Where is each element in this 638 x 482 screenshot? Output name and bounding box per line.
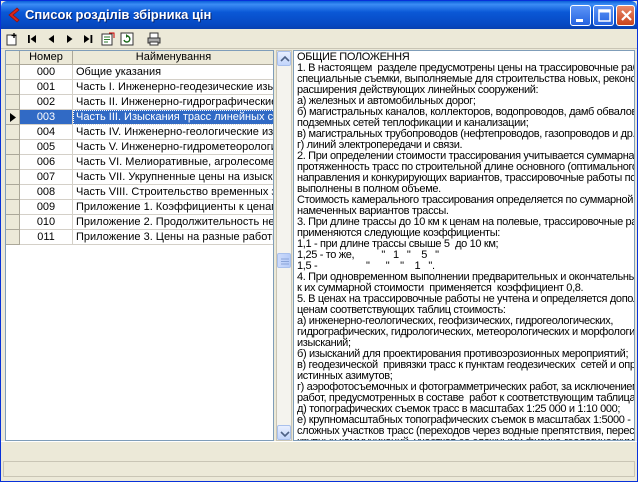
window: Список розділів збірника цін Номер Найме…	[0, 0, 638, 482]
table-row[interactable]: 010Приложение 2. Продолжительность небла…	[6, 215, 273, 230]
title-bar[interactable]: Список розділів збірника цін	[1, 1, 637, 29]
row-indicator[interactable]	[6, 155, 20, 170]
close-icon	[621, 10, 632, 21]
cell-name[interactable]: Часть VIII. Строительство временных здан…	[73, 185, 273, 200]
row-indicator[interactable]	[6, 95, 20, 110]
row-indicator[interactable]	[6, 185, 20, 200]
edit-record-icon[interactable]	[101, 32, 115, 46]
cell-name[interactable]: Часть I. Инженерно-геодезические изыскан…	[73, 80, 273, 95]
table-row[interactable]: 001Часть I. Инженерно-геодезические изыс…	[6, 80, 273, 95]
cell-number[interactable]: 004	[20, 125, 73, 140]
splitter-handle[interactable]	[277, 253, 291, 268]
table-row[interactable]: 002 Часть II. Инженерно-гидрографические …	[6, 95, 273, 110]
close-button[interactable]	[616, 5, 635, 26]
minimize-button[interactable]	[570, 5, 591, 26]
cell-name[interactable]: Часть IV. Инженерно-геологические изыска…	[73, 125, 273, 140]
toolbar	[1, 29, 637, 49]
row-indicator[interactable]	[6, 200, 20, 215]
cell-name[interactable]: Приложение 2. Продолжительность неблагоп…	[73, 215, 273, 230]
table-row[interactable]: 004Часть IV. Инженерно-геологические изы…	[6, 125, 273, 140]
cell-number[interactable]: 008	[20, 185, 73, 200]
table-row[interactable]: 006Часть VI. Мелиоративные, агролесомели…	[6, 155, 273, 170]
row-indicator[interactable]	[6, 65, 20, 80]
cell-number[interactable]: 009	[20, 200, 73, 215]
cell-name[interactable]: Приложение 3. Цены на разные работы	[73, 230, 273, 245]
grid-scrollbar[interactable]	[276, 50, 292, 441]
scroll-down-button[interactable]	[277, 425, 291, 440]
table-row[interactable]: 000 Общие указания	[6, 65, 273, 80]
cell-number[interactable]: 003	[20, 110, 73, 125]
cell-number[interactable]: 011	[20, 230, 73, 245]
cell-number[interactable]: 001	[20, 80, 73, 95]
last-record-icon[interactable]	[81, 32, 95, 46]
row-indicator[interactable]	[6, 80, 20, 95]
first-record-icon[interactable]	[26, 32, 40, 46]
cell-number[interactable]: 002	[20, 95, 73, 110]
row-indicator[interactable]	[6, 215, 20, 230]
sections-grid[interactable]: Номер Найменування 000 Общие указания 001 Ч…	[5, 50, 274, 441]
table-row[interactable]: 008Часть VIII. Строительство временных з…	[6, 185, 273, 200]
chevron-up-icon	[280, 55, 290, 62]
cell-name[interactable]: Приложение 1. Коэффициенты к ценам на ин…	[73, 200, 273, 215]
scroll-up-button[interactable]	[277, 51, 291, 66]
column-header-number[interactable]: Номер	[20, 51, 73, 65]
minimize-icon	[576, 19, 583, 22]
cell-name[interactable]: Часть VI. Мелиоративные, агролесомелиора…	[73, 155, 273, 170]
section-description-pane[interactable]: ОБЩИЕ ПОЛОЖЕННЯ 1. В настоящем разделе п…	[293, 50, 635, 441]
chevron-down-icon	[280, 431, 290, 438]
table-row[interactable]: 003 Часть III. Изыскания трасс линейных с…	[6, 110, 273, 125]
cell-number[interactable]: 000	[20, 65, 73, 80]
maximize-icon	[598, 9, 611, 22]
row-indicator[interactable]	[6, 125, 20, 140]
status-panel	[3, 461, 635, 477]
status-bar	[1, 441, 637, 481]
column-header-name[interactable]: Найменування	[73, 51, 273, 65]
cell-name[interactable]: Часть V. Инженерно-гидрометеорологически…	[73, 140, 273, 155]
cell-number[interactable]: 007	[20, 170, 73, 185]
table-row[interactable]: 007Часть VII. Укрупненные цены на изыска…	[6, 170, 273, 185]
table-row[interactable]: 005Часть V. Инженерно-гидрометеорологиче…	[6, 140, 273, 155]
cell-name[interactable]: Общие указания	[73, 65, 273, 80]
table-row[interactable]: 009Приложение 1. Коэффициенты к ценам на…	[6, 200, 273, 215]
window-title: Список розділів збірника цін	[25, 7, 212, 22]
app-icon	[7, 7, 21, 23]
row-indicator[interactable]	[6, 110, 20, 125]
prev-record-icon[interactable]	[45, 32, 59, 46]
grid-header: Номер Найменування	[6, 51, 273, 65]
cell-name[interactable]: Часть II. Инженерно-гидрографические изы…	[73, 95, 273, 110]
table-row[interactable]: 011 Приложение 3. Цены на разные работы	[6, 230, 273, 245]
cell-number[interactable]: 010	[20, 215, 73, 230]
refresh-icon[interactable]	[120, 32, 134, 46]
maximize-button[interactable]	[593, 5, 614, 26]
print-icon[interactable]	[147, 32, 161, 46]
cell-name[interactable]: Часть VII. Укрупненные цены на изыскател…	[73, 170, 273, 185]
row-indicator[interactable]	[6, 170, 20, 185]
cell-name[interactable]: Часть III. Изыскания трасс линейных соор…	[73, 110, 273, 125]
indicator-header	[6, 51, 20, 65]
cell-number[interactable]: 006	[20, 155, 73, 170]
next-record-icon[interactable]	[63, 32, 77, 46]
cell-number[interactable]: 005	[20, 140, 73, 155]
row-indicator[interactable]	[6, 140, 20, 155]
add-record-icon[interactable]	[5, 32, 19, 46]
row-indicator[interactable]	[6, 230, 20, 245]
section-description-text: ОБЩИЕ ПОЛОЖЕННЯ 1. В настоящем разделе п…	[297, 51, 635, 441]
current-row-pointer-icon	[10, 113, 16, 122]
